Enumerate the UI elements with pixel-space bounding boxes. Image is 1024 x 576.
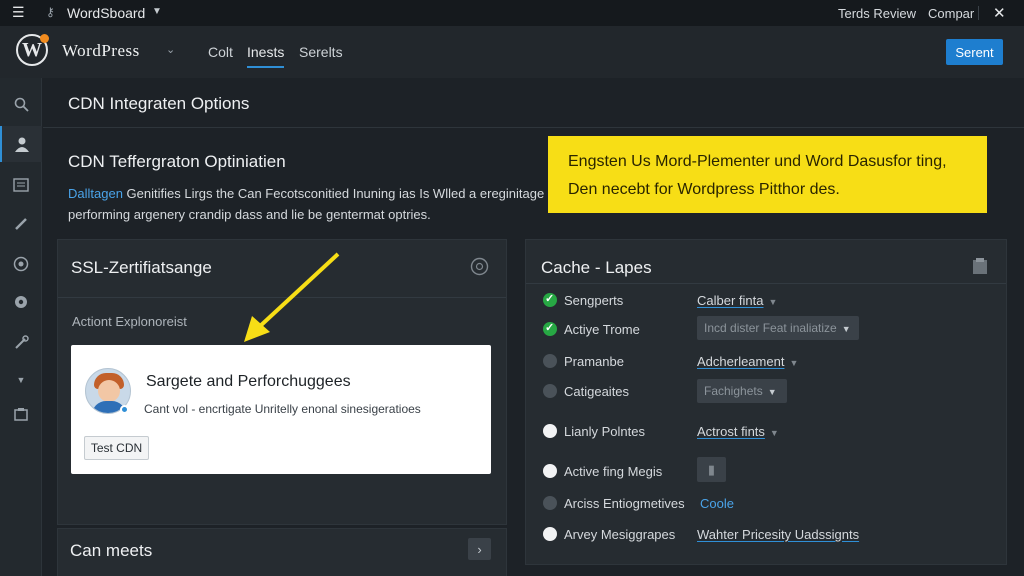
cache-row-link[interactable]: Calber finta ▼	[697, 293, 777, 308]
radio-button[interactable]	[543, 464, 557, 478]
can-meets-title: Can meets	[70, 541, 153, 560]
cache-row-link[interactable]: Wahter Pricesity Uadssignts	[697, 527, 859, 542]
cache-row-label: Lianly Polntes	[564, 424, 645, 439]
notice-line-2: Den necebt for Wordpress Pitthor des.	[568, 181, 840, 198]
status-enabled-icon[interactable]	[543, 292, 557, 307]
settings-gear-icon[interactable]	[0, 284, 42, 320]
cache-row-value: Adcherleament	[697, 354, 785, 369]
tab-colt[interactable]: Colt	[208, 44, 233, 60]
chevron-down-icon: ▼	[789, 358, 799, 368]
edit-pencil-icon[interactable]	[0, 205, 42, 241]
notice-line-1: Engsten Us Mord-Plementer und Word Dasus…	[568, 153, 947, 170]
test-cdn-button[interactable]: Test CDN	[84, 436, 149, 460]
cache-row-label: Sengperts	[564, 293, 624, 308]
cache-row-select[interactable]: Fachighets ▼	[697, 379, 787, 403]
page-header: CDN Integraten Options	[43, 78, 1024, 128]
posts-icon[interactable]	[0, 167, 42, 203]
key-icon: ⚷	[46, 5, 55, 19]
description-link[interactable]: Dalltagen	[68, 186, 123, 201]
brand-name[interactable]: WordPress	[62, 41, 140, 61]
section-title: CDN Teffergraton Optiniatien	[68, 152, 286, 171]
card-title: Sargete and Perforchuggees	[146, 373, 351, 390]
title-bar: ☰ ⚷ WordSboard ▼ Terds Review Compar ✕	[0, 0, 1024, 26]
tools-icon[interactable]	[0, 324, 42, 360]
cache-row-link[interactable]: Adcherleament ▼	[697, 354, 798, 369]
divider	[978, 6, 979, 20]
next-button[interactable]: ›	[468, 538, 491, 560]
cache-row-toggle[interactable]: ▮	[697, 457, 726, 482]
wordpress-icon	[470, 257, 489, 279]
clipboard-icon[interactable]	[971, 257, 989, 278]
chevron-down-icon: ▼	[767, 387, 777, 397]
collapse-caret-icon[interactable]: ▼	[0, 362, 42, 398]
cache-row-value: Incd dister Feat inaliatize	[704, 321, 837, 335]
description-line-1: Genitifies Lirgs the Can Fecotsconitied …	[122, 186, 545, 201]
status-disabled-icon[interactable]	[543, 384, 557, 398]
description-line-2: performing argenery crandip dass and lie…	[68, 207, 431, 222]
radio-button[interactable]	[543, 424, 557, 438]
wordpress-header: W WordPress ⌄ Colt Inests Serelts Serent	[0, 26, 1024, 78]
card-subtitle: Cant vol - encrtigate Unritelly enonal s…	[144, 402, 421, 416]
compar-link[interactable]: Compar	[928, 6, 974, 21]
cache-row-value: Actrost fints	[697, 424, 765, 439]
cache-row-link[interactable]: Actrost fints ▼	[697, 424, 779, 439]
tab-serelts[interactable]: Serelts	[299, 44, 343, 60]
divider	[526, 283, 1006, 284]
status-disabled-icon[interactable]	[543, 354, 557, 368]
search-icon[interactable]	[0, 86, 42, 122]
hamburger-menu-icon[interactable]: ☰	[12, 5, 26, 19]
chevron-down-icon: ▼	[768, 297, 778, 307]
terds-review-link[interactable]: Terds Review	[838, 6, 916, 21]
cache-row-label: Actiye Trome	[564, 322, 640, 337]
chevron-down-icon[interactable]: ▼	[152, 6, 162, 17]
ssl-panel-title: SSL-Zertifiatsange	[71, 258, 212, 277]
cache-row-label: Catigeaites	[564, 384, 630, 399]
status-disabled-icon[interactable]	[543, 496, 557, 510]
cache-row-label: Arciss Entiogmetives	[564, 496, 685, 511]
action-label: Actiont Explonoreist	[72, 314, 187, 329]
cache-row-label: Pramanbe	[564, 354, 624, 369]
cache-row-link[interactable]: Coole	[700, 496, 734, 511]
search-button[interactable]: Serent	[946, 39, 1003, 65]
tab-inests[interactable]: Inests	[247, 44, 285, 68]
cache-row-value: Calber finta	[697, 293, 764, 308]
app-title[interactable]: WordSboard	[67, 5, 145, 21]
cache-row-label: Active fing Megis	[564, 464, 663, 479]
radio-button[interactable]	[543, 527, 557, 541]
cache-row-label: Arvey Mesiggrapes	[564, 527, 676, 542]
plugins-icon[interactable]	[0, 396, 42, 432]
notification-dot	[40, 34, 49, 43]
page-title: CDN Integraten Options	[68, 94, 250, 113]
users-icon[interactable]	[0, 126, 42, 162]
chevron-down-icon[interactable]: ⌄	[166, 43, 175, 56]
cache-panel-title: Cache - Lapes	[541, 258, 652, 277]
status-badge	[120, 405, 129, 414]
cdn-card: Sargete and Perforchuggees Cant vol - en…	[71, 345, 491, 474]
cache-row-value: Fachighets	[704, 384, 763, 398]
annotation-arrow-icon	[244, 252, 340, 342]
admin-sidebar: ▼	[0, 78, 42, 576]
yellow-notice-banner: Engsten Us Mord-Plementer und Word Dasus…	[548, 136, 987, 213]
status-enabled-icon[interactable]	[543, 321, 557, 336]
section-description: Dalltagen Genitifies Lirgs the Can Fecot…	[68, 183, 558, 225]
chevron-down-icon: ▼	[769, 428, 779, 438]
cache-row-select[interactable]: Incd dister Feat inaliatize ▼	[697, 316, 859, 340]
wordpress-circle-icon[interactable]	[0, 246, 42, 282]
close-icon[interactable]: ✕	[993, 4, 1006, 22]
chevron-down-icon: ▼	[841, 324, 851, 334]
